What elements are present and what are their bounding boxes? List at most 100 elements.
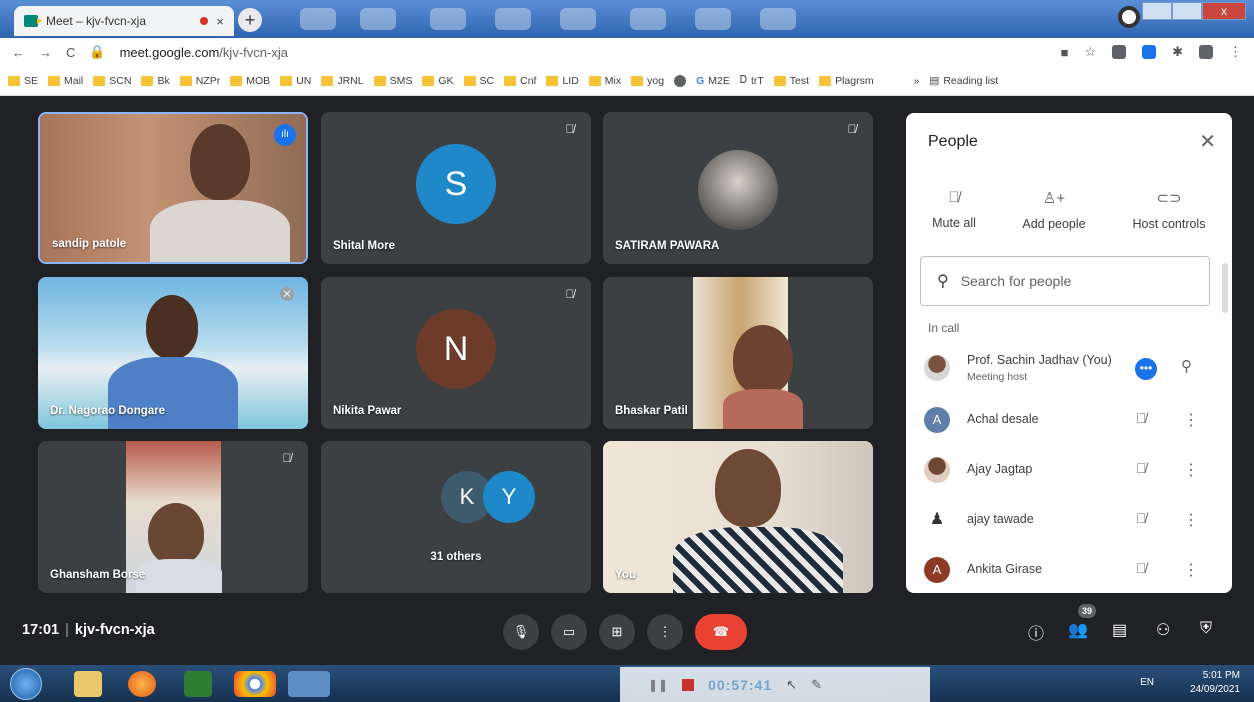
blurred-tab[interactable] [430, 8, 466, 30]
minimize-button[interactable] [1142, 2, 1172, 20]
self-video-tile[interactable]: You [603, 441, 873, 593]
bookmark-link[interactable] [674, 74, 687, 87]
microphone-button[interactable]: 🎙 [503, 614, 539, 650]
pen-icon[interactable]: ✎ [811, 677, 822, 693]
activities-icon[interactable]: ⚇ [1156, 620, 1170, 640]
chrome-taskbar-icon[interactable] [234, 671, 276, 697]
participant-row[interactable]: Prof. Sachin Jadhav (You) Meeting host •… [906, 345, 1226, 393]
bookmark-folder[interactable]: Bk [141, 75, 170, 87]
tab-close-button[interactable]: × [216, 14, 224, 29]
chat-icon[interactable]: ▤ [1112, 620, 1127, 640]
profile-avatar-icon[interactable] [1199, 45, 1213, 59]
bookmark-folder[interactable]: Mail [48, 75, 83, 87]
more-options-icon[interactable]: ••• [1135, 358, 1157, 380]
video-tile[interactable]: ✕ Dr. Nagorao Dongare [38, 277, 308, 429]
video-tile[interactable]: 🎙̸ S Shital More [321, 112, 591, 264]
bookmark-folder[interactable]: Cnf [504, 75, 536, 87]
bookmark-folder[interactable]: yog [631, 75, 664, 87]
panel-scrollbar[interactable] [1222, 263, 1228, 313]
host-controls-icon[interactable]: ⛨ [1200, 620, 1212, 638]
chrome-menu-icon[interactable]: ⋮ [1229, 44, 1242, 60]
mute-all-button[interactable]: 🎙̸ Mute all [926, 189, 982, 230]
blurred-tab[interactable] [695, 8, 731, 30]
stop-icon[interactable] [682, 678, 695, 691]
blurred-tab[interactable] [360, 8, 396, 30]
window-close-button[interactable]: x [1202, 2, 1246, 20]
mic-off-icon[interactable]: 🎙̸ [1136, 510, 1147, 526]
blurred-tab[interactable] [300, 8, 336, 30]
firefox-icon[interactable] [128, 671, 156, 697]
forward-icon[interactable]: → [39, 45, 52, 60]
bookmark-folder[interactable]: SC [463, 75, 494, 87]
leave-call-button[interactable]: ☎ [695, 614, 747, 650]
blurred-tab[interactable] [495, 8, 531, 30]
search-people-input[interactable]: ⚲ Search for people [920, 256, 1210, 306]
bookmark-link[interactable]: ᎠtrT [740, 74, 764, 87]
mic-off-icon[interactable]: 🎙̸ [1136, 560, 1147, 576]
pause-icon[interactable]: ❚❚ [648, 678, 668, 692]
mic-off-icon[interactable]: 🎙̸ [1136, 410, 1147, 426]
host-controls-button[interactable]: ⊂⊃ Host controls [1124, 189, 1214, 231]
bookmark-folder[interactable]: LID [546, 75, 579, 87]
participant-row[interactable]: A Ankita Girase 🎙̸ ⋮ [906, 547, 1226, 593]
more-options-icon[interactable]: ⋮ [1183, 460, 1199, 480]
taskbar-clock[interactable]: 5:01 PM 24/09/2021 [1190, 669, 1240, 697]
extension-d-icon[interactable] [1142, 45, 1157, 59]
puzzle-extensions-icon[interactable]: ✱ [1172, 44, 1183, 60]
back-icon[interactable]: ← [12, 45, 25, 60]
browser-tab-meet[interactable]: Meet – kjv-fvcn-xja × [14, 6, 234, 36]
bookmark-folder[interactable]: Test [773, 75, 809, 87]
bookmark-folder[interactable]: NZPr [179, 75, 220, 87]
video-tile[interactable]: 🎙̸ Ghansham Borse [38, 441, 308, 593]
mic-off-icon[interactable]: 🎙̸ [1136, 460, 1147, 476]
bookmark-link[interactable]: G M2E [696, 75, 730, 87]
bookmark-folder[interactable]: UN [280, 75, 311, 87]
others-tile[interactable]: K Y 31 others [321, 441, 591, 593]
bookmark-folder[interactable]: GK [422, 75, 454, 87]
video-tile[interactable]: ılı sandip patole [38, 112, 308, 264]
new-tab-button[interactable]: + [238, 8, 262, 32]
bookmarks-overflow-button[interactable]: » [914, 75, 920, 87]
more-options-icon[interactable]: ⋮ [1183, 560, 1199, 580]
extension-icon[interactable] [1112, 45, 1127, 59]
chrome-profile-icon[interactable] [1118, 6, 1140, 28]
blurred-tab[interactable] [760, 8, 796, 30]
excel-icon[interactable] [184, 671, 212, 697]
reload-icon[interactable]: C [66, 45, 75, 60]
meeting-info-icon[interactable]: ⓘ [1028, 620, 1044, 644]
blurred-tab[interactable] [560, 8, 596, 30]
lock-icon[interactable]: 🔒 [89, 44, 105, 60]
bookmark-folder[interactable]: SCN [93, 75, 131, 87]
bookmark-folder[interactable]: MOB [230, 75, 270, 87]
present-screen-button[interactable]: ⊞ [599, 614, 635, 650]
tray-language[interactable]: EN [1140, 677, 1154, 688]
more-options-button[interactable]: ⋮ [647, 614, 683, 650]
add-people-button[interactable]: ♙+ Add people [1014, 189, 1094, 231]
bookmark-folder[interactable]: Plagrsm [819, 75, 874, 87]
pin-icon[interactable]: ⚲ [1181, 357, 1192, 375]
participant-row[interactable]: A Achal desale 🎙̸ ⋮ [906, 397, 1226, 445]
recorder-app-icon[interactable] [288, 671, 330, 697]
people-icon[interactable]: 👥 [1068, 620, 1088, 640]
url-field[interactable]: meet.google.com/kjv-fvcn-xja [120, 45, 288, 60]
video-tile[interactable]: 🎙̸ SATIRAM PAWARA [603, 112, 873, 264]
participant-row[interactable]: Ajay Jagtap 🎙̸ ⋮ [906, 447, 1226, 495]
camera-button[interactable]: ▭ [551, 614, 587, 650]
bookmark-folder[interactable]: Mix [588, 75, 621, 87]
bookmark-folder[interactable]: SE [8, 75, 38, 87]
camera-icon[interactable]: ■ [1061, 45, 1069, 60]
bookmark-folder[interactable]: JRNL [321, 75, 364, 87]
blurred-tab[interactable] [630, 8, 666, 30]
more-options-icon[interactable]: ⋮ [1183, 410, 1199, 430]
close-panel-button[interactable]: ✕ [1199, 129, 1216, 154]
video-tile[interactable]: Bhaskar Patil [603, 277, 873, 429]
file-explorer-icon[interactable] [74, 671, 102, 697]
reading-list-button[interactable]: ▤ Reading list [929, 75, 998, 87]
participant-row[interactable]: ♟ ajay tawade 🎙̸ ⋮ [906, 497, 1226, 545]
video-tile[interactable]: 🎙̸ N Nikita Pawar [321, 277, 591, 429]
more-options-icon[interactable]: ⋮ [1183, 510, 1199, 530]
bookmark-folder[interactable]: SMS [373, 75, 412, 87]
maximize-button[interactable] [1172, 2, 1202, 20]
start-button[interactable] [10, 668, 42, 700]
bookmark-star-icon[interactable]: ☆ [1084, 44, 1096, 60]
